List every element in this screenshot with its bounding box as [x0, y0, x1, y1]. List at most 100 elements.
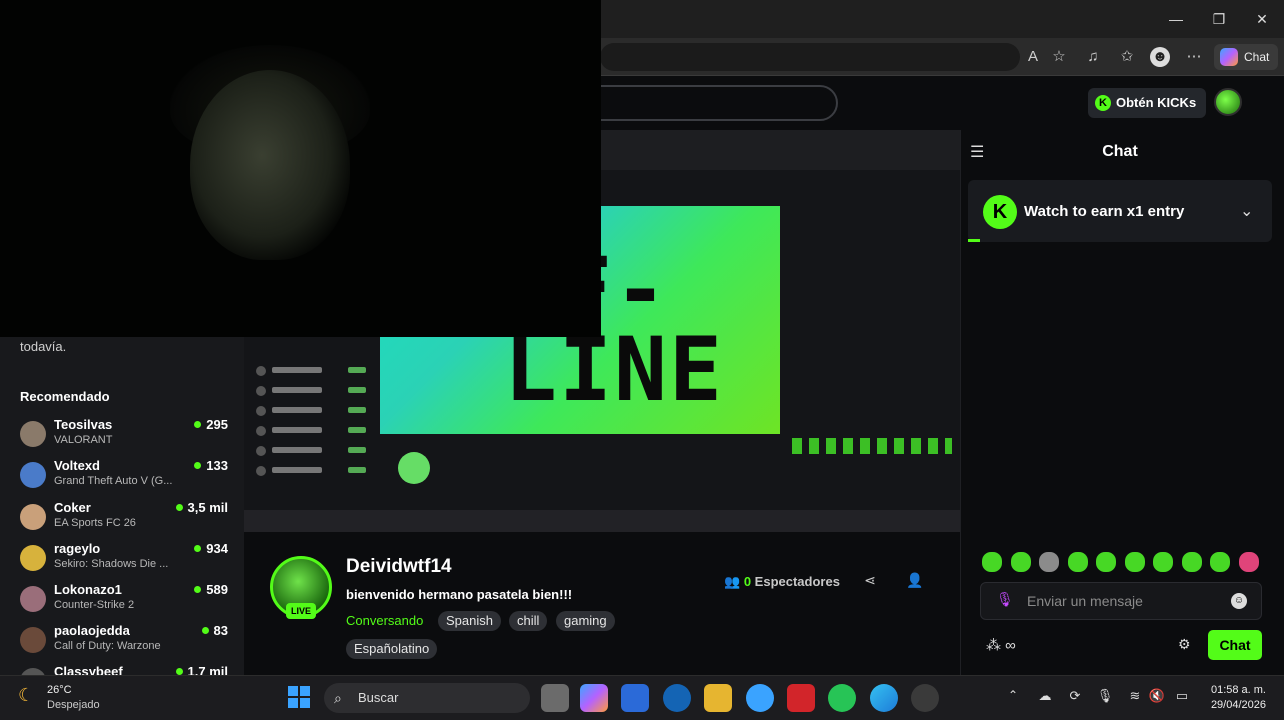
recommended-channel-teosilvas[interactable]: Teosilvas VALORANT 295 [20, 417, 230, 453]
channel-name: Lokonazo1 [54, 582, 122, 597]
wifi-icon[interactable]: ≋ [1126, 688, 1144, 704]
tag-chill[interactable]: chill [509, 611, 548, 631]
channel-points[interactable]: ⁂ ∞ [986, 636, 1016, 654]
live-dot-icon [194, 421, 202, 429]
nested-taskbar [244, 510, 960, 532]
get-kicks-label: Obtén KICKs [1116, 95, 1197, 110]
live-dot-icon [175, 504, 183, 512]
microsoft-store-icon[interactable] [621, 684, 649, 712]
close-button[interactable]: ✕ [1249, 8, 1275, 30]
copilot-icon [1220, 48, 1238, 66]
media-icon[interactable]: ♫ [1082, 46, 1104, 68]
channel-avatar [20, 668, 46, 675]
favorite-star-icon[interactable]: ☆ [1048, 46, 1070, 68]
emote-icon[interactable] [1068, 552, 1088, 572]
channel-avatar [20, 421, 46, 447]
speaker-muted-icon[interactable]: 🔇 [1148, 688, 1166, 704]
recommended-channel-voltexd[interactable]: Voltexd Grand Theft Auto V (G... 133 [20, 458, 230, 494]
webcam-face [190, 70, 350, 260]
taskbar-search[interactable]: ⌕ Buscar [324, 683, 530, 713]
favorites-icon[interactable]: ✩ [1116, 46, 1138, 68]
channel-viewers: 83 [201, 623, 228, 638]
chevron-up-icon[interactable]: ⌃ [1008, 688, 1018, 702]
tag-spanish[interactable]: Spanish [438, 611, 501, 631]
mcafee-icon[interactable] [787, 684, 815, 712]
emote-icon[interactable] [1125, 552, 1145, 572]
share-icon[interactable]: ⋖ [860, 572, 880, 592]
whatsapp-icon[interactable] [828, 684, 856, 712]
clock-date[interactable]: 29/04/2026 [1206, 699, 1266, 711]
kick-coin-icon: K [1095, 95, 1111, 111]
chat-heading: Chat [1102, 143, 1138, 160]
channel-avatar [20, 586, 46, 612]
windows-start-icon[interactable] [288, 686, 310, 708]
emote-icon[interactable] [1153, 552, 1173, 572]
emote-icon[interactable] [982, 552, 1002, 572]
microphone-tray-icon[interactable]: 🎙 [1096, 688, 1114, 704]
kick-logo-icon: K [983, 195, 1017, 229]
follow-user-icon[interactable]: 👤 [905, 572, 925, 592]
emote-icon[interactable] [1182, 552, 1202, 572]
copilot-chat-button[interactable]: Chat [1214, 44, 1278, 70]
kick-search-input[interactable] [560, 85, 838, 121]
recommended-channel-classybeef[interactable]: Classybeef 1,7 mil [20, 664, 230, 675]
live-dot-icon [194, 462, 202, 470]
copilot-app-icon[interactable] [580, 684, 608, 712]
weather-description[interactable]: Despejado [47, 699, 100, 711]
emote-icon[interactable] [1011, 552, 1031, 572]
obs-icon[interactable] [911, 684, 939, 712]
chat-message-input[interactable]: Enviar un mensaje [980, 582, 1262, 620]
tag-gaming[interactable]: gaming [556, 611, 615, 631]
streamer-name[interactable]: Deividwtf14 [346, 556, 452, 578]
sync-icon[interactable]: ⟳ [1066, 688, 1084, 704]
channel-name: paolaojedda [54, 623, 130, 638]
emote-icon[interactable] [1210, 552, 1230, 572]
channel-viewers: 589 [194, 582, 228, 597]
stream-category-link[interactable]: Conversando [346, 613, 423, 628]
emote-icon[interactable] [1239, 552, 1259, 572]
channel-avatar [20, 504, 46, 530]
recommended-channel-paolaojedda[interactable]: paolaojedda Call of Duty: Warzone 83 [20, 623, 230, 659]
recommended-channel-rageylo[interactable]: rageylo Sekiro: Shadows Die ... 934 [20, 541, 230, 577]
minimize-button[interactable]: — [1163, 8, 1189, 30]
search-icon: ⌕ [334, 690, 342, 706]
collapse-chat-icon[interactable]: ☰ [970, 142, 990, 162]
channel-game: Grand Theft Auto V (G... [54, 475, 173, 487]
user-avatar[interactable] [1214, 88, 1242, 116]
emote-icon[interactable] [1096, 552, 1116, 572]
emoji-icon[interactable]: ☺ [1231, 593, 1247, 609]
recommended-channel-coker[interactable]: Coker EA Sports FC 26 3,5 mil [20, 500, 230, 536]
file-explorer-icon[interactable] [704, 684, 732, 712]
send-chat-button[interactable]: Chat [1208, 630, 1262, 660]
weather-temperature[interactable]: 26°C [47, 684, 72, 696]
tag-espanolatino[interactable]: Españolatino [346, 639, 438, 659]
nested-sidebar-list [252, 344, 374, 504]
channel-game: Sekiro: Shadows Die ... [54, 558, 169, 570]
moon-weather-icon[interactable]: ☾ [18, 685, 34, 706]
edge-browser-icon[interactable] [870, 684, 898, 712]
recommended-channel-lokonazo1[interactable]: Lokonazo1 Counter-Strike 2 589 [20, 582, 230, 618]
emote-icon[interactable] [1039, 552, 1059, 572]
ms-edge-beta-icon[interactable] [746, 684, 774, 712]
watch-to-earn-text: Watch to earn x1 entry [1024, 203, 1185, 220]
onedrive-icon[interactable]: ☁ [1036, 688, 1054, 704]
stream-title: bienvenido hermano pasatela bien!!! [346, 587, 573, 602]
profile-avatar-icon[interactable]: ☻ [1150, 47, 1170, 67]
get-kicks-button[interactable]: K Obtén KICKs [1088, 88, 1206, 118]
viewers-icon: 👥 [724, 574, 741, 589]
channel-viewers: 1,7 mil [175, 664, 228, 675]
gear-icon[interactable]: ⚙ [1178, 636, 1191, 653]
channel-viewers: 295 [194, 417, 228, 432]
hp-app-icon[interactable] [663, 684, 691, 712]
task-view-icon[interactable] [541, 684, 569, 712]
microphone-icon[interactable]: 🎙 [996, 591, 1014, 609]
channel-avatar [20, 627, 46, 653]
copilot-label: Chat [1244, 50, 1270, 64]
read-aloud-icon[interactable]: A [1022, 46, 1044, 68]
clock-time[interactable]: 01:58 a. m. [1206, 684, 1266, 696]
address-bar[interactable] [600, 43, 1020, 71]
battery-icon[interactable]: ▭ [1173, 688, 1191, 704]
chevron-down-icon[interactable]: ⌄ [1240, 201, 1253, 221]
maximize-button[interactable]: ❐ [1206, 8, 1232, 30]
more-menu-icon[interactable]: ⋯ [1183, 46, 1205, 68]
